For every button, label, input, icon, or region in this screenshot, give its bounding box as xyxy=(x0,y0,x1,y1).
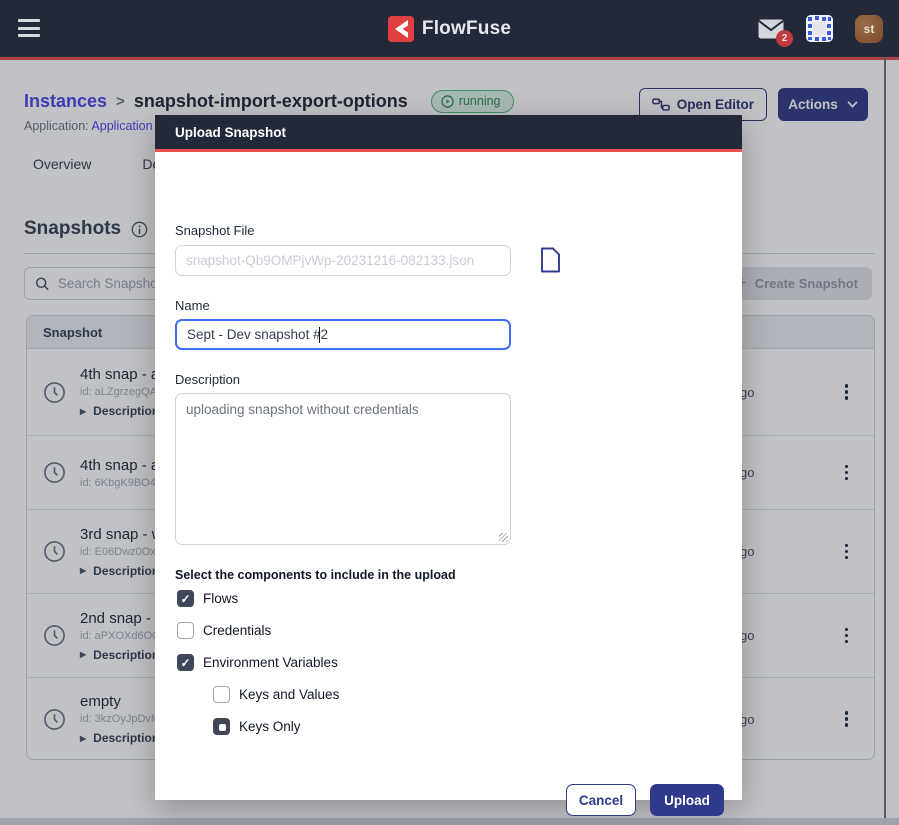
radio-keys-and-values[interactable]: Keys and Values xyxy=(213,686,339,703)
radio-icon[interactable] xyxy=(213,686,230,703)
description-textarea[interactable]: uploading snapshot without credentials xyxy=(175,393,511,545)
flowfuse-logo-icon xyxy=(388,16,414,42)
team-avatar-icon[interactable] xyxy=(806,15,833,42)
window-bottom-edge xyxy=(0,818,899,825)
name-label: Name xyxy=(175,298,210,313)
checkbox-icon[interactable] xyxy=(177,654,194,671)
window-right-edge xyxy=(884,57,886,825)
upload-button[interactable]: Upload xyxy=(650,784,724,816)
checkbox-label: Flows xyxy=(203,591,238,606)
notifications-button[interactable]: 2 xyxy=(758,19,784,39)
modal-title: Upload Snapshot xyxy=(175,125,286,140)
cancel-button[interactable]: Cancel xyxy=(566,784,636,816)
checkbox-icon[interactable] xyxy=(177,622,194,639)
checkbox-icon[interactable] xyxy=(177,590,194,607)
name-input[interactable] xyxy=(175,319,511,350)
user-avatar[interactable]: st xyxy=(855,15,883,43)
checkbox-label: Environment Variables xyxy=(203,655,338,670)
document-icon xyxy=(540,247,561,273)
components-heading: Select the components to include in the … xyxy=(175,568,456,582)
notification-count-badge: 2 xyxy=(776,30,793,47)
brand-name: FlowFuse xyxy=(422,18,511,40)
radio-keys-only[interactable]: Keys Only xyxy=(213,718,301,735)
checkbox-label: Credentials xyxy=(203,623,271,638)
upload-snapshot-modal: Upload Snapshot Snapshot File Name Descr… xyxy=(155,115,742,800)
text-cursor xyxy=(319,327,320,343)
file-picker-button[interactable] xyxy=(536,245,564,275)
textarea-resize-handle[interactable] xyxy=(499,533,508,542)
checkbox-credentials[interactable]: Credentials xyxy=(177,622,271,639)
modal-header: Upload Snapshot xyxy=(155,115,742,152)
description-label: Description xyxy=(175,372,240,387)
checkbox-flows[interactable]: Flows xyxy=(177,590,238,607)
snapshot-file-label: Snapshot File xyxy=(175,223,255,238)
radio-label: Keys and Values xyxy=(239,687,339,702)
radio-icon[interactable] xyxy=(213,718,230,735)
top-navbar: FlowFuse 2 st xyxy=(0,0,899,57)
radio-label: Keys Only xyxy=(239,719,301,734)
snapshot-file-input[interactable] xyxy=(175,245,511,276)
checkbox-environment-variables[interactable]: Environment Variables xyxy=(177,654,338,671)
